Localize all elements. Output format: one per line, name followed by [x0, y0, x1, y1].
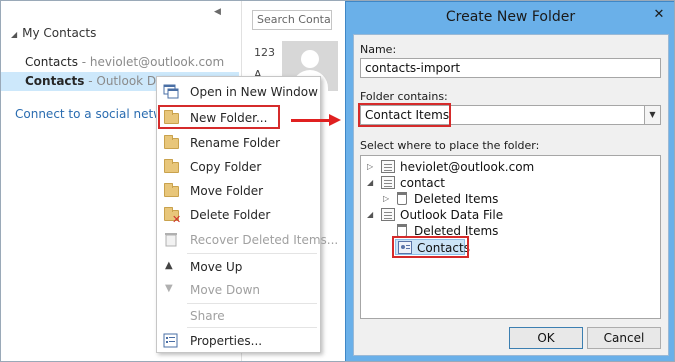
- my-contacts-label: My Contacts: [22, 26, 97, 40]
- cancel-button[interactable]: Cancel: [587, 327, 661, 349]
- menu-item-move-up[interactable]: ▲ Move Up: [157, 256, 320, 278]
- open-window-icon: [163, 84, 179, 99]
- collapse-arrow-icon[interactable]: ◢: [367, 207, 377, 223]
- folder-contains-label: Folder contains:: [360, 90, 448, 103]
- menu-item-move-down[interactable]: ▼ Move Down: [157, 279, 320, 301]
- nav-item-name: Contacts: [25, 55, 78, 69]
- menu-item-share[interactable]: Share: [157, 305, 320, 327]
- triangle-down-icon: ▼: [165, 283, 173, 294]
- nav-item-account: - heviolet@outlook.com: [77, 55, 225, 69]
- name-field[interactable]: contacts-import: [360, 58, 661, 78]
- menu-item-copy-folder[interactable]: Copy Folder: [157, 156, 320, 178]
- tree-node-outlook-data-file[interactable]: ◢ Outlook Data File: [367, 207, 567, 223]
- name-label: Name:: [360, 43, 397, 56]
- menu-separator: [187, 303, 317, 304]
- recover-icon: [163, 232, 179, 247]
- menu-item-label: Rename Folder: [190, 136, 281, 150]
- folder-icon: [163, 135, 179, 150]
- menu-item-recover-deleted[interactable]: Recover Deleted Items...: [157, 229, 338, 251]
- menu-item-label: Recover Deleted Items...: [190, 233, 339, 247]
- new-folder-highlight-box: [158, 105, 280, 129]
- triangle-up-icon: ▲: [165, 260, 173, 271]
- search-input[interactable]: Search Contacts: [252, 10, 332, 30]
- tree-node-label: Deleted Items: [414, 192, 499, 206]
- data-file-icon: [381, 208, 395, 221]
- dialog-body: Name: contacts-import Folder contains: C…: [353, 34, 669, 356]
- dialog-title: Create New Folder: [445, 9, 576, 25]
- menu-item-label: Move Folder: [190, 184, 264, 198]
- menu-item-move-folder[interactable]: Move Folder: [157, 180, 320, 202]
- folder-icon: [163, 183, 179, 198]
- nav-item-contacts-outlook[interactable]: Contacts - heviolet@outlook.com: [1, 53, 239, 72]
- tree-node-label: Outlook Data File: [400, 208, 504, 222]
- menu-item-label: Delete Folder: [190, 208, 271, 222]
- contact-items-highlight-box: [358, 103, 451, 127]
- select-location-label: Select where to place the folder:: [360, 139, 540, 152]
- menu-item-label: Move Down: [190, 283, 260, 297]
- menu-item-label: Properties...: [190, 334, 263, 348]
- menu-item-properties[interactable]: Properties...: [157, 330, 320, 352]
- tree-node-deleted-items[interactable]: ▷ Deleted Items: [383, 191, 583, 207]
- trash-icon: [397, 192, 407, 205]
- tree-node-label: heviolet@outlook.com: [400, 160, 535, 174]
- expand-arrow-icon[interactable]: ▷: [383, 191, 393, 207]
- menu-item-delete-folder[interactable]: ✕ Delete Folder: [157, 204, 320, 226]
- folder-tree: ▷ heviolet@outlook.com ◢ contact ▷ Delet…: [360, 155, 661, 319]
- collapse-pane-icon[interactable]: ◀: [214, 7, 221, 17]
- tree-node-account[interactable]: ▷ heviolet@outlook.com: [367, 159, 567, 175]
- ok-button[interactable]: OK: [509, 327, 583, 349]
- tree-node-contact[interactable]: ◢ contact: [367, 175, 567, 191]
- menu-item-label: Copy Folder: [190, 160, 262, 174]
- expand-arrow-icon[interactable]: ▷: [367, 159, 377, 175]
- tree-node-label: contact: [400, 176, 445, 190]
- collapse-arrow-icon[interactable]: ◢: [367, 175, 377, 191]
- my-contacts-header[interactable]: ◢ My Contacts: [11, 26, 96, 40]
- red-arrow-icon: [291, 119, 331, 122]
- close-icon[interactable]: ✕: [649, 6, 669, 24]
- menu-item-open-new-window[interactable]: Open in New Window: [157, 81, 320, 103]
- menu-item-rename-folder[interactable]: Rename Folder: [157, 132, 320, 154]
- mailbox-icon: [381, 176, 395, 189]
- index-label[interactable]: 123: [254, 46, 275, 59]
- red-arrow-head-icon: [329, 114, 341, 126]
- screenshot-stage: ◀ ◢ My Contacts Contacts - heviolet@outlo…: [0, 0, 675, 362]
- chevron-down-icon[interactable]: ▼: [644, 106, 660, 124]
- contacts-highlight-box: [392, 236, 469, 258]
- expand-triangle-icon[interactable]: ◢: [11, 30, 17, 39]
- folder-icon: [163, 159, 179, 174]
- delete-folder-icon: ✕: [163, 207, 181, 226]
- menu-item-label: Share: [190, 309, 225, 323]
- menu-item-label: Open in New Window: [190, 85, 318, 99]
- properties-icon: [163, 333, 179, 348]
- mailbox-icon: [381, 160, 395, 173]
- menu-separator: [187, 253, 317, 254]
- create-new-folder-dialog: Create New Folder ✕ Name: contacts-impor…: [345, 1, 674, 361]
- menu-item-label: Move Up: [190, 260, 243, 274]
- nav-item-name: Contacts: [25, 74, 85, 88]
- menu-separator: [187, 327, 317, 328]
